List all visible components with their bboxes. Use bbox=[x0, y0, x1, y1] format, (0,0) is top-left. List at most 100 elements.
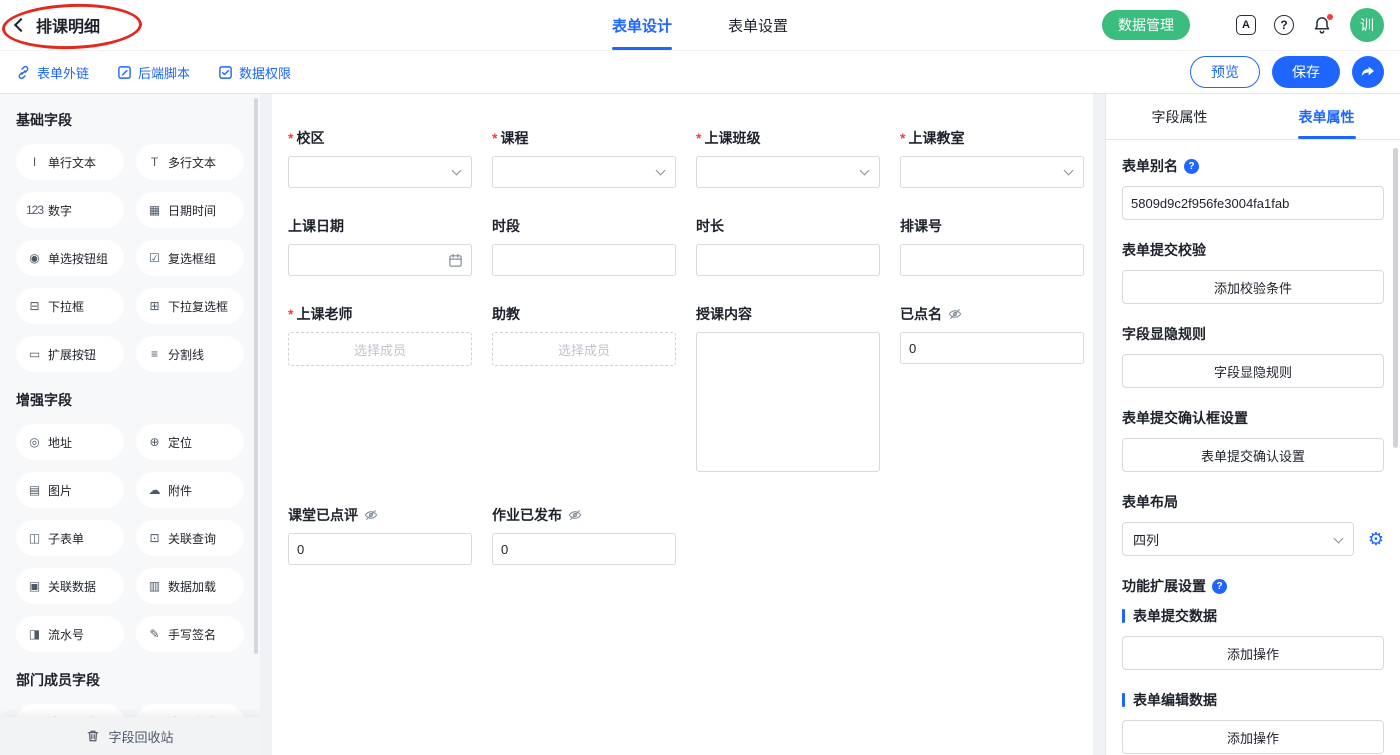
field-schedule-no[interactable]: 排课号 bbox=[900, 216, 1084, 276]
tab-field-properties[interactable]: 字段属性 bbox=[1106, 94, 1253, 139]
question-help-icon[interactable]: ? bbox=[1184, 159, 1199, 174]
field-content[interactable]: 授课内容 bbox=[696, 304, 880, 477]
question-help-icon[interactable]: ? bbox=[1212, 579, 1227, 594]
tab-form-design[interactable]: 表单设计 bbox=[612, 0, 672, 50]
sidebar-item-checkbox-group[interactable]: ☑复选框组 bbox=[136, 240, 244, 276]
attendance-input[interactable] bbox=[900, 332, 1084, 364]
single-line-text-icon: I bbox=[26, 155, 42, 169]
sidebar-item-label: 地址 bbox=[48, 434, 72, 451]
duration-input[interactable] bbox=[696, 244, 880, 276]
sidebar-item-multi-dropdown[interactable]: ⊞下拉复选框 bbox=[136, 288, 244, 324]
field-assistant[interactable]: 助教 选择成员 bbox=[492, 304, 676, 366]
sidebar-item-datetime[interactable]: ▦日期时间 bbox=[136, 192, 244, 228]
field-label-text: 课程 bbox=[500, 128, 528, 148]
date-input[interactable] bbox=[288, 244, 472, 276]
schedule-no-input[interactable] bbox=[900, 244, 1084, 276]
related-query-icon: ⊡ bbox=[146, 531, 162, 545]
period-input[interactable] bbox=[492, 244, 676, 276]
field-teacher[interactable]: *上课老师 选择成员 bbox=[288, 304, 472, 366]
sidebar-item-extend-button[interactable]: ▭扩展按钮 bbox=[16, 336, 124, 372]
avatar[interactable]: 训 bbox=[1350, 8, 1384, 42]
sidebar-item-related-data[interactable]: ▣关联数据 bbox=[16, 568, 124, 604]
field-date[interactable]: 上课日期 bbox=[288, 216, 472, 276]
sidebar-item-serial-number[interactable]: ◨流水号 bbox=[16, 616, 124, 652]
form-alias-input[interactable] bbox=[1122, 186, 1384, 220]
field-homework-published[interactable]: 作业已发布 bbox=[492, 505, 676, 565]
field-classroom[interactable]: *上课教室 bbox=[900, 128, 1084, 188]
content-textarea[interactable] bbox=[696, 332, 880, 472]
blue-accent-bar bbox=[1122, 693, 1125, 707]
tab-form-settings[interactable]: 表单设置 bbox=[728, 0, 788, 50]
field-attendance[interactable]: 已点名 bbox=[900, 304, 1084, 364]
field-recycle-bin[interactable]: 字段回收站 bbox=[0, 717, 260, 755]
back-button[interactable]: 排课明细 bbox=[16, 13, 100, 37]
field-campus[interactable]: *校区 bbox=[288, 128, 472, 188]
preview-button[interactable]: 预览 bbox=[1190, 56, 1260, 88]
sidebar-item-label: 扩展按钮 bbox=[48, 346, 96, 363]
share-button[interactable] bbox=[1352, 56, 1384, 88]
label-text: 表单提交确认框设置 bbox=[1122, 408, 1248, 428]
sidebar-item-address[interactable]: ◎地址 bbox=[16, 424, 124, 460]
homework-published-input[interactable] bbox=[492, 533, 676, 565]
classroom-select[interactable] bbox=[900, 156, 1084, 188]
gear-icon[interactable]: ⚙ bbox=[1368, 530, 1384, 548]
data-permission-icon bbox=[218, 65, 233, 80]
sidebar-item-multi-line-text[interactable]: T多行文本 bbox=[136, 144, 244, 180]
language-icon[interactable]: A bbox=[1236, 15, 1256, 35]
sidebar-item-label: 单行文本 bbox=[48, 154, 96, 171]
campus-select[interactable] bbox=[288, 156, 472, 188]
sidebar-item-attachment[interactable]: ☁附件 bbox=[136, 472, 244, 508]
window-scrollbar[interactable] bbox=[1393, 148, 1398, 448]
sidebar-item-related-query[interactable]: ⊡关联查询 bbox=[136, 520, 244, 556]
sidebar-item-divider[interactable]: ≡分割线 bbox=[136, 336, 244, 372]
field-visibility-button[interactable]: 字段显隐规则 bbox=[1122, 354, 1384, 388]
sidebar-item-signature[interactable]: ✎手写签名 bbox=[136, 616, 244, 652]
field-label: 助教 bbox=[492, 304, 676, 324]
class-select[interactable] bbox=[696, 156, 880, 188]
sidebar-item-location[interactable]: ⊕定位 bbox=[136, 424, 244, 460]
sidebar-item-subform[interactable]: ◫子表单 bbox=[16, 520, 124, 556]
field-label: *上课教室 bbox=[900, 128, 1084, 148]
assistant-member-picker[interactable]: 选择成员 bbox=[492, 332, 676, 366]
form-external-link[interactable]: 表单外链 bbox=[16, 63, 89, 82]
data-permission-link[interactable]: 数据权限 bbox=[218, 63, 291, 82]
sidebar-item-single-line-text[interactable]: I 单行文本 bbox=[16, 144, 124, 180]
data-manage-button[interactable]: 数据管理 bbox=[1102, 10, 1190, 40]
sidebar-item-number[interactable]: 123数字 bbox=[16, 192, 124, 228]
field-label-text: 排课号 bbox=[900, 216, 942, 236]
backend-script-link[interactable]: 后端脚本 bbox=[117, 63, 190, 82]
field-duration[interactable]: 时长 bbox=[696, 216, 880, 276]
notification-bell-icon[interactable] bbox=[1312, 15, 1332, 35]
sidebar-item-radio-group[interactable]: ◉单选按钮组 bbox=[16, 240, 124, 276]
field-class-reviewed[interactable]: 课堂已点评 bbox=[288, 505, 472, 565]
sidebar-item-image[interactable]: ▤图片 bbox=[16, 472, 124, 508]
save-button[interactable]: 保存 bbox=[1272, 56, 1340, 88]
field-class[interactable]: *上课班级 bbox=[696, 128, 880, 188]
sidebar-item-dropdown[interactable]: ⊟下拉框 bbox=[16, 288, 124, 324]
field-label-text: 上课日期 bbox=[288, 216, 344, 236]
form-alias-label: 表单别名 ? bbox=[1122, 156, 1384, 176]
tab-form-properties[interactable]: 表单属性 bbox=[1253, 94, 1400, 139]
add-edit-action-button[interactable]: 添加操作 bbox=[1122, 720, 1384, 754]
teacher-member-picker[interactable]: 选择成员 bbox=[288, 332, 472, 366]
sidebar-item-data-load[interactable]: ▥数据加载 bbox=[136, 568, 244, 604]
field-period[interactable]: 时段 bbox=[492, 216, 676, 276]
field-label: 上课日期 bbox=[288, 216, 472, 236]
submit-confirm-button[interactable]: 表单提交确认设置 bbox=[1122, 438, 1384, 472]
sidebar-scrollbar[interactable] bbox=[254, 98, 258, 654]
label-text: 功能扩展设置 bbox=[1122, 576, 1206, 596]
field-course[interactable]: *课程 bbox=[492, 128, 676, 188]
form-toolbar: 表单外链 后端脚本 数据权限 预览 保存 bbox=[0, 50, 1400, 94]
course-select[interactable] bbox=[492, 156, 676, 188]
class-reviewed-input[interactable] bbox=[288, 533, 472, 565]
dropdown-icon: ⊟ bbox=[26, 299, 42, 313]
form-canvas[interactable]: *校区 *课程 *上课班级 *上课教室 上课日期 bbox=[272, 94, 1093, 755]
field-label-text: 上课班级 bbox=[704, 128, 760, 148]
sidebar-item-label: 复选框组 bbox=[168, 250, 216, 267]
layout-select[interactable]: 四列 bbox=[1122, 522, 1354, 556]
add-submit-action-button[interactable]: 添加操作 bbox=[1122, 636, 1384, 670]
number-icon: 123 bbox=[26, 203, 42, 217]
help-icon[interactable]: ? bbox=[1274, 15, 1294, 35]
sidebar-item-label: 单选按钮组 bbox=[48, 250, 108, 267]
add-validation-button[interactable]: 添加校验条件 bbox=[1122, 270, 1384, 304]
